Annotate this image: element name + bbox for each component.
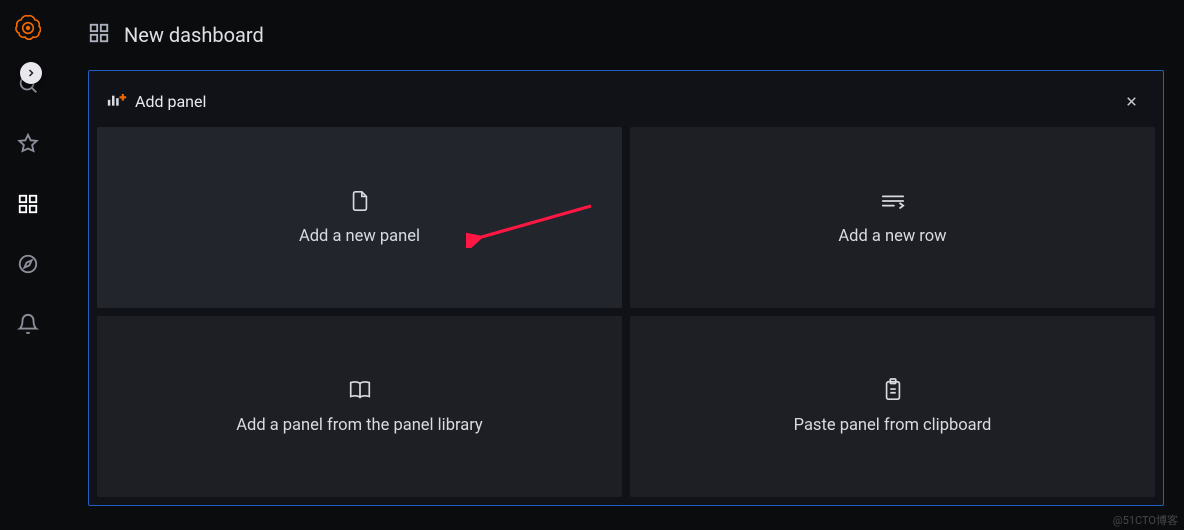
- panel-title: Add panel: [135, 92, 206, 111]
- card-label: Add a new panel: [299, 227, 420, 246]
- page-header: New dashboard: [88, 0, 1164, 70]
- row-icon: [880, 189, 906, 213]
- close-button[interactable]: [1119, 89, 1143, 113]
- card-label: Add a new row: [838, 227, 946, 246]
- card-panel-library[interactable]: Add a panel from the panel library: [97, 316, 622, 497]
- card-add-new-row[interactable]: Add a new row: [630, 127, 1155, 308]
- file-icon: [349, 189, 371, 213]
- add-panel-grid: Add a new panel Add a new row: [97, 127, 1155, 497]
- grafana-logo[interactable]: [14, 14, 42, 42]
- page-title: New dashboard: [124, 23, 264, 47]
- add-panel-bars-icon: [107, 91, 127, 111]
- card-paste-clipboard[interactable]: Paste panel from clipboard: [630, 316, 1155, 497]
- main-content: New dashboard Add panel: [56, 0, 1184, 530]
- card-label: Paste panel from clipboard: [794, 416, 992, 435]
- clipboard-icon: [882, 378, 904, 402]
- dashboard-icon: [88, 22, 110, 49]
- nav-dashboards[interactable]: [4, 180, 52, 228]
- nav-explore[interactable]: [4, 240, 52, 288]
- panel-header: Add panel: [97, 79, 1155, 127]
- add-panel-frame: Add panel Add a new panel: [88, 70, 1164, 506]
- watermark: @51CTO博客: [1113, 512, 1178, 528]
- nav-starred[interactable]: [4, 120, 52, 168]
- panel-header-title-group: Add panel: [107, 91, 206, 111]
- sidebar-expand-button[interactable]: [20, 62, 42, 84]
- nav-alerting[interactable]: [4, 300, 52, 348]
- card-label: Add a panel from the panel library: [236, 416, 483, 435]
- book-icon: [347, 378, 373, 402]
- card-add-new-panel[interactable]: Add a new panel: [97, 127, 622, 308]
